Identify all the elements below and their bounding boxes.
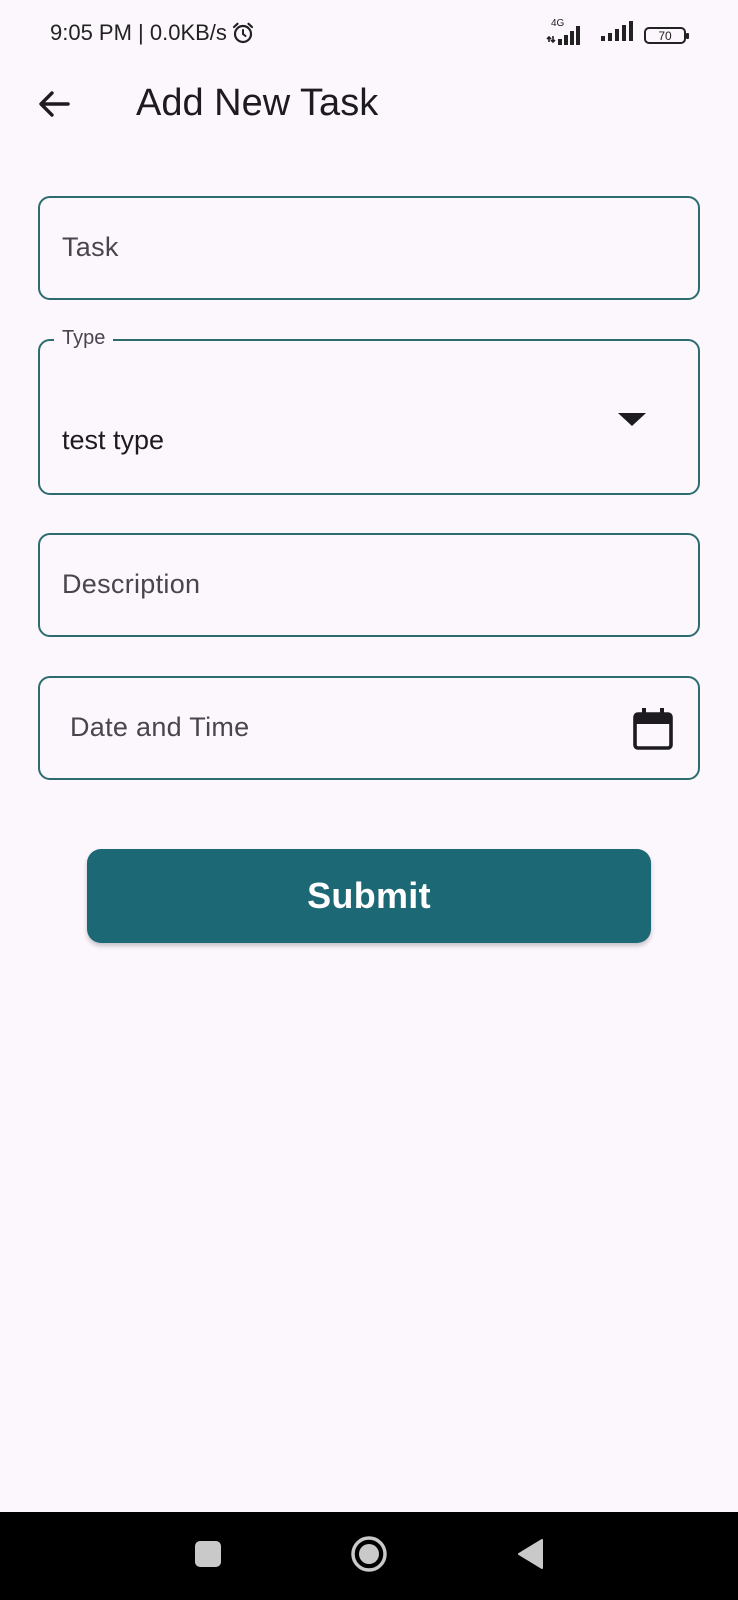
date-time-field[interactable]: Date and Time [38,676,700,780]
alarm-icon [231,21,255,45]
status-right: 4G 70 [546,18,689,46]
battery-icon: 70 [644,27,689,44]
network-type-label: 4G [551,18,565,29]
type-label: Type [54,327,114,350]
arrow-left-icon [36,86,72,127]
status-left: 9:05 PM | 0.0KB/s [50,20,255,46]
submit-button[interactable]: Submit [87,849,651,943]
signal-icon: 4G [546,18,590,46]
signal-icon-2 [600,19,634,46]
nav-back-button[interactable] [508,1534,552,1578]
task-placeholder: Task [62,232,119,262]
task-field[interactable]: Task [38,196,700,300]
app-bar: Add New Task [0,70,738,180]
caret-down-icon[interactable] [618,413,646,426]
battery-level: 70 [658,28,672,43]
triangle-back-icon [515,1537,545,1576]
description-placeholder: Description [62,569,201,599]
circle-icon [350,1535,388,1578]
square-icon [193,1539,223,1574]
type-selected-value: test type [62,425,165,455]
date-time-placeholder: Date and Time [70,712,250,742]
status-bar: 9:05 PM | 0.0KB/s 4G 70 [0,0,738,70]
type-dropdown[interactable]: Type test type [38,327,700,495]
back-button[interactable] [28,80,80,132]
nav-recents-button[interactable] [186,1534,230,1578]
calendar-icon[interactable] [632,707,674,751]
nav-home-button[interactable] [347,1534,391,1578]
system-nav-bar [0,1512,738,1600]
page-title: Add New Task [136,82,379,124]
description-field[interactable]: Description [38,533,700,637]
status-time-speed: 9:05 PM | 0.0KB/s [50,20,227,45]
